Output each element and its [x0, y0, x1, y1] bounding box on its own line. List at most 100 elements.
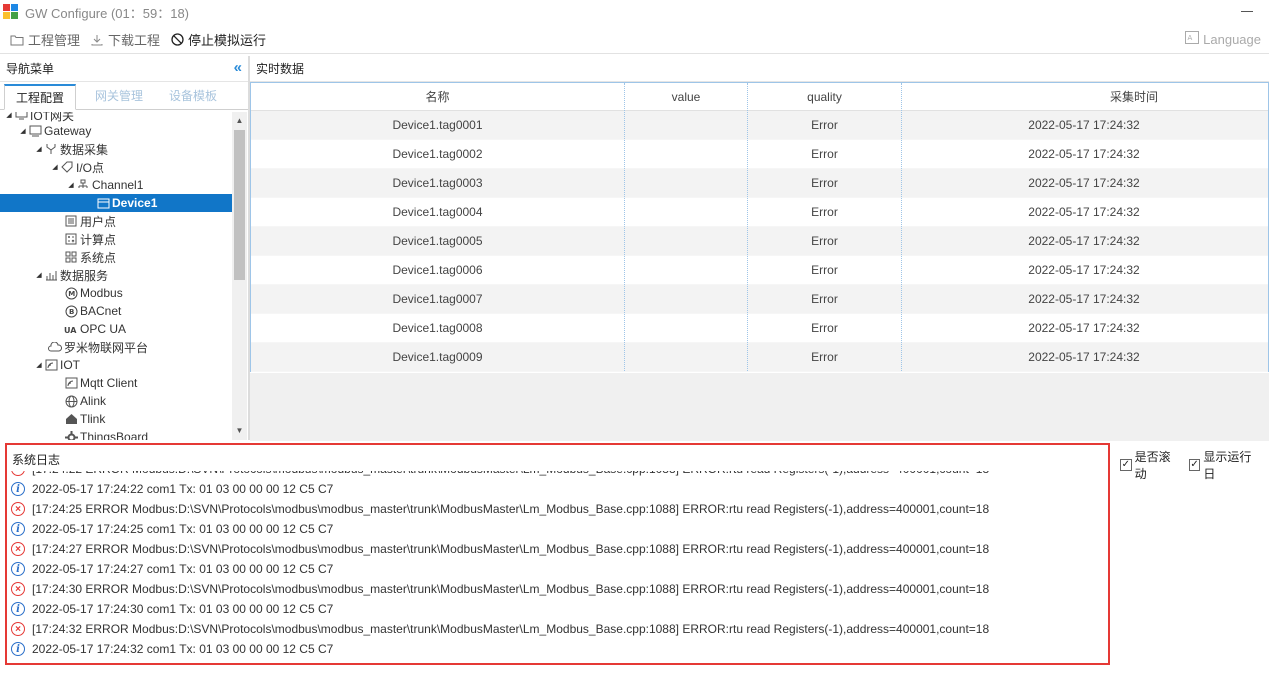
tab-device-template[interactable]: 设备模板	[158, 84, 228, 110]
tree-item-tlink[interactable]: Tlink	[0, 410, 232, 428]
tree-item-io-points[interactable]: ◢ I/O点	[0, 158, 232, 176]
log-line: × [17:24:30 ERROR Modbus:D:\SVN\Protocols…	[11, 579, 989, 599]
download-project-button[interactable]: 下载工程	[90, 30, 160, 49]
expand-arrow-icon[interactable]: ◢	[18, 127, 28, 135]
tree-item-alink[interactable]: Alink	[0, 392, 232, 410]
error-icon: ×	[11, 582, 25, 596]
bacnet-icon: B	[64, 304, 78, 318]
cell-time: 2022-05-17 17:24:32	[1028, 118, 1140, 132]
tree-item-calc-points[interactable]: 计算点	[0, 230, 232, 248]
tree-item-thingsboard[interactable]: ThingsBoard	[0, 428, 232, 440]
tree-item-iot[interactable]: ◢ IOT	[0, 356, 232, 374]
cloud-icon	[48, 340, 62, 354]
tab-project-config[interactable]: 工程配置	[4, 84, 76, 110]
fork-icon	[44, 142, 58, 156]
cell-value	[625, 169, 747, 197]
stop-simulation-button[interactable]: 停止模拟运行	[170, 30, 266, 49]
tree-item-system-points[interactable]: 系统点	[0, 248, 232, 266]
collapse-double-left-icon[interactable]: «	[234, 59, 242, 76]
log-line: × [17:24:32 ERROR Modbus:D:\SVN\Protocols…	[11, 619, 989, 639]
column-header-value[interactable]: value	[625, 83, 747, 110]
title-bar: GW Configure (01：59：18)	[0, 0, 1269, 24]
scroll-up-icon[interactable]: ▲	[232, 114, 247, 128]
cell-name: Device1.tag0008	[392, 321, 483, 335]
tree-item-bacnet[interactable]: B BACnet	[0, 302, 232, 320]
tree-item-data-services[interactable]: ◢ 数据服务	[0, 266, 232, 284]
expand-arrow-icon[interactable]: ◢	[66, 181, 76, 189]
gear-icon	[64, 430, 78, 440]
tree-item-gateway[interactable]: ◢ Gateway	[0, 122, 232, 140]
nav-tree: ◢ IOT网关 ◢ Gateway ◢ 数据采集 ◢ I/O点 ◢ Channe…	[0, 112, 232, 440]
column-header-name[interactable]: 名称	[251, 83, 624, 110]
cell-value	[625, 285, 747, 313]
mqtt-icon	[64, 376, 78, 390]
cell-time: 2022-05-17 17:24:32	[1028, 321, 1140, 335]
scrollbar-thumb[interactable]	[234, 130, 245, 280]
auto-scroll-checkmark[interactable]: ✓	[1120, 459, 1132, 471]
minimize-button[interactable]	[1241, 11, 1253, 12]
window-title: GW Configure (01：59：18)	[25, 5, 190, 21]
cell-name: Device1.tag0001	[392, 118, 483, 132]
svg-text:B: B	[69, 308, 74, 316]
tree-item-mqtt-client[interactable]: Mqtt Client	[0, 374, 232, 392]
column-header-time[interactable]: 采集时间	[902, 83, 1269, 110]
table-row[interactable]: Device1.tag0002 Error 2022-05-17 17:24:32	[251, 140, 1268, 169]
opcua-icon: UA	[64, 322, 78, 336]
tree-item-channel1[interactable]: ◢ Channel1	[0, 176, 232, 194]
nav-tabs: 工程配置 网关管理 设备模板	[0, 84, 248, 110]
info-icon: i	[11, 602, 25, 616]
tree-item-data-collection[interactable]: ◢ 数据采集	[0, 140, 232, 158]
expand-arrow-icon[interactable]: ◢	[34, 145, 44, 153]
app-logo-icon	[3, 4, 19, 20]
table-row[interactable]: Device1.tag0001 Error 2022-05-17 17:24:32	[251, 111, 1268, 140]
nav-tree-scrollbar[interactable]: ▲ ▼	[232, 112, 247, 440]
cell-name: Device1.tag0005	[392, 234, 483, 248]
expand-arrow-icon[interactable]: ◢	[34, 271, 44, 279]
tree-item-lumi-iot-platform[interactable]: 罗米物联网平台	[0, 338, 232, 356]
table-row[interactable]: Device1.tag0009 Error 2022-05-17 17:24:32	[251, 343, 1268, 372]
log-line: × [17:24:25 ERROR Modbus:D:\SVN\Protocols…	[11, 499, 989, 519]
log-line: i 2022-05-17 17:24:32 com1 Tx: 01 03 00 0…	[11, 639, 333, 659]
show-run-log-checkbox[interactable]: ✓ 显示运行日	[1188, 448, 1261, 482]
cell-name: Device1.tag0003	[392, 176, 483, 190]
grid-header: 名称 value quality 采集时间	[251, 83, 1268, 111]
show-run-log-checkmark[interactable]: ✓	[1188, 459, 1201, 471]
tree-item-user-points[interactable]: 用户点	[0, 212, 232, 230]
tree-item-opc-ua[interactable]: UA OPC UA	[0, 320, 232, 338]
tree-item-modbus[interactable]: M Modbus	[0, 284, 232, 302]
grid-icon	[64, 250, 78, 264]
table-row[interactable]: Device1.tag0006 Error 2022-05-17 17:24:32	[251, 256, 1268, 285]
info-icon: i	[11, 562, 25, 576]
error-icon: ×	[11, 622, 25, 636]
list-icon	[64, 214, 78, 228]
expand-arrow-icon[interactable]: ◢	[4, 112, 14, 119]
log-options: ✓ 是否滚动 ✓ 显示运行日	[1120, 448, 1269, 482]
scroll-down-icon[interactable]: ▼	[232, 424, 247, 438]
cell-quality: Error	[811, 176, 838, 190]
cell-quality: Error	[811, 263, 838, 277]
table-row[interactable]: Device1.tag0005 Error 2022-05-17 17:24:32	[251, 227, 1268, 256]
log-title: 系统日志	[12, 452, 61, 467]
tab-gateway-manage[interactable]: 网关管理	[84, 84, 154, 110]
project-manage-button[interactable]: 工程管理	[10, 30, 80, 49]
table-row[interactable]: Device1.tag0004 Error 2022-05-17 17:24:32	[251, 198, 1268, 227]
cell-time: 2022-05-17 17:24:32	[1028, 234, 1140, 248]
cell-name: Device1.tag0007	[392, 292, 483, 306]
info-icon: i	[11, 482, 25, 496]
log-line: i 2022-05-17 17:24:22 com1 Tx: 01 03 00 0…	[11, 479, 333, 499]
nav-header: 导航菜单 «	[0, 56, 248, 82]
auto-scroll-checkbox[interactable]: ✓ 是否滚动	[1120, 448, 1181, 482]
expand-arrow-icon[interactable]: ◢	[50, 163, 60, 171]
column-header-quality[interactable]: quality	[748, 83, 901, 110]
tree-item-device1[interactable]: Device1	[0, 194, 232, 212]
language-button[interactable]: A Language	[1185, 31, 1261, 47]
table-row[interactable]: Device1.tag0003 Error 2022-05-17 17:24:32	[251, 169, 1268, 198]
cell-value	[625, 256, 747, 284]
home-icon	[64, 412, 78, 426]
cell-time: 2022-05-17 17:24:32	[1028, 205, 1140, 219]
project-manage-label: 工程管理	[28, 33, 81, 48]
expand-arrow-icon[interactable]: ◢	[34, 361, 44, 369]
table-row[interactable]: Device1.tag0008 Error 2022-05-17 17:24:32	[251, 314, 1268, 343]
table-row[interactable]: Device1.tag0007 Error 2022-05-17 17:24:32	[251, 285, 1268, 314]
cell-time: 2022-05-17 17:24:32	[1028, 147, 1140, 161]
